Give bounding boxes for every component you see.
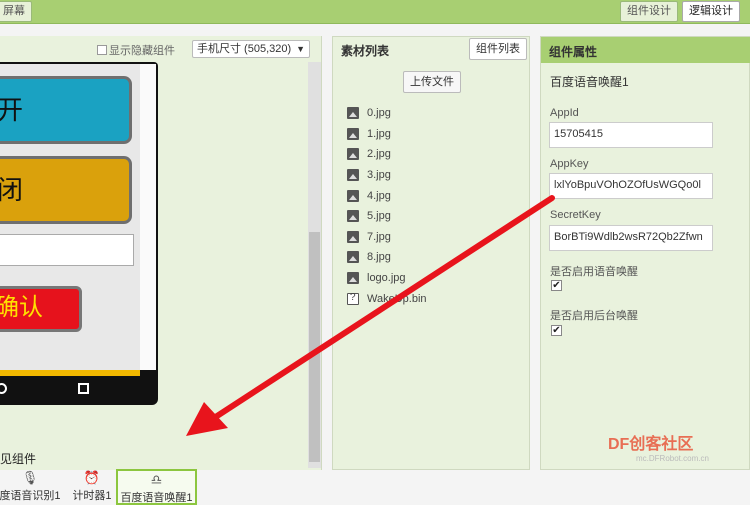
file-name: 3.jpg [367, 169, 391, 182]
viewer-toolbar: 显示隐藏组件 手机尺寸 (505,320) ▼ [0, 36, 322, 62]
image-icon [347, 230, 359, 243]
nonvisible-label: 计时器1 [72, 490, 112, 502]
enable-voice-wakeup-checkbox[interactable]: ✔ [551, 280, 562, 291]
file-name: 5.jpg [367, 210, 391, 223]
show-hidden-checkbox[interactable]: 显示隐藏组件 [97, 42, 175, 58]
file-name: 8.jpg [367, 251, 391, 264]
nonvisible-components-title: 见组件 [0, 452, 37, 466]
home-icon [0, 383, 7, 394]
image-icon [347, 210, 359, 223]
file-name: WakeUp.bin [367, 292, 427, 305]
close-button[interactable]: 闭 [0, 156, 132, 224]
list-item[interactable]: 7.jpg [347, 227, 427, 248]
list-item[interactable]: 8.jpg [347, 247, 427, 268]
image-icon [347, 127, 359, 140]
image-icon [347, 272, 359, 285]
screen-button[interactable]: 屏幕 [0, 1, 32, 22]
image-icon [347, 169, 359, 182]
phone-preview: 开 闭 确认 [0, 62, 158, 405]
appkey-input[interactable]: lxlYoBpuVOhOZOfUsWGQo0l [549, 173, 713, 199]
file-name: 2.jpg [367, 148, 391, 161]
nonvisible-voice-wakeup[interactable]: ♎ 百度语音唤醒1 [116, 469, 197, 505]
materials-title: 素材列表 [341, 44, 390, 58]
list-item[interactable]: ? WakeUp.bin [347, 288, 427, 309]
list-item[interactable]: 5.jpg [347, 206, 427, 227]
properties-title: 组件属性 [541, 37, 750, 63]
text-input-box[interactable] [0, 234, 134, 266]
wake-icon: ♎ [150, 472, 163, 487]
image-icon [347, 189, 359, 202]
file-name: 0.jpg [367, 107, 391, 120]
phone-screen: 开 闭 确认 [0, 64, 140, 376]
list-item[interactable]: 0.jpg [347, 103, 427, 124]
confirm-button[interactable]: 确认 [0, 286, 82, 332]
materials-panel: 素材列表 组件列表 上传文件 0.jpg 1.jpg 2.jpg 3.jpg 4… [332, 36, 530, 470]
file-name: 1.jpg [367, 127, 391, 140]
component-design-button[interactable]: 组件设计 [620, 1, 678, 22]
file-name: 4.jpg [367, 189, 391, 202]
secretkey-label: SecretKey [550, 209, 601, 221]
nonvisible-timer[interactable]: ⏰ 计时器1 [70, 469, 114, 505]
upload-file-button[interactable]: 上传文件 [403, 71, 461, 93]
list-item[interactable]: logo.jpg [347, 268, 427, 289]
show-hidden-label: 显示隐藏组件 [109, 45, 175, 57]
file-list: 0.jpg 1.jpg 2.jpg 3.jpg 4.jpg 5.jpg 7.jp… [347, 103, 427, 309]
viewer-scrollbar-thumb[interactable] [309, 232, 320, 462]
logic-design-button[interactable]: 逻辑设计 [682, 1, 740, 22]
dropdown-arrow-icon: ▼ [296, 44, 305, 54]
enable-voice-wakeup-label: 是否启用语音唤醒 [550, 266, 638, 278]
viewer-panel: 显示隐藏组件 手机尺寸 (505,320) ▼ 开 闭 确认 见组件 🎙 度语音… [0, 36, 322, 505]
nonvisible-speech-recognition[interactable]: 🎙 度语音识别1 [0, 469, 66, 505]
recents-icon [78, 383, 89, 394]
file-name: logo.jpg [367, 272, 406, 285]
phone-size-select[interactable]: 手机尺寸 (505,320) ▼ [192, 40, 310, 58]
unknown-file-icon: ? [347, 292, 359, 305]
top-toolbar: 屏幕 组件设计 逻辑设计 [0, 0, 750, 24]
open-button[interactable]: 开 [0, 76, 132, 144]
appkey-label: AppKey [550, 158, 589, 170]
microphone-icon: 🎙 [21, 470, 39, 485]
android-navbar [0, 376, 156, 402]
file-name: 7.jpg [367, 230, 391, 243]
component-list-tab[interactable]: 组件列表 [469, 38, 527, 60]
list-item[interactable]: 3.jpg [347, 165, 427, 186]
image-icon [347, 107, 359, 120]
viewer-scrollbar[interactable] [308, 62, 321, 468]
appid-input[interactable]: 15705415 [549, 122, 713, 148]
image-icon [347, 251, 359, 264]
screen-scrollbar[interactable] [140, 64, 156, 370]
image-icon [347, 148, 359, 161]
watermark-url: mc.DFRobot.com.cn [636, 454, 709, 463]
enable-background-wakeup-label: 是否启用后台唤醒 [550, 310, 638, 322]
phone-size-value: 手机尺寸 (505,320) [197, 43, 292, 55]
properties-panel: 组件属性 百度语音唤醒1 AppId 15705415 AppKey lxlYo… [540, 36, 750, 470]
list-item[interactable]: 2.jpg [347, 144, 427, 165]
timer-icon: ⏰ [83, 470, 101, 485]
selected-component-name: 百度语音唤醒1 [550, 75, 629, 89]
list-item[interactable]: 4.jpg [347, 185, 427, 206]
watermark-logo: DF创客社区 [608, 436, 694, 453]
nonvisible-label: 百度语音唤醒1 [120, 492, 193, 504]
appid-label: AppId [550, 107, 579, 119]
checkbox-icon [97, 45, 107, 55]
list-item[interactable]: 1.jpg [347, 124, 427, 145]
enable-background-wakeup-checkbox[interactable]: ✔ [551, 325, 562, 336]
nonvisible-label: 度语音识别1 [0, 490, 61, 502]
secretkey-input[interactable]: BorBTi9Wdlb2wsR72Qb2Zfwn [549, 225, 713, 251]
